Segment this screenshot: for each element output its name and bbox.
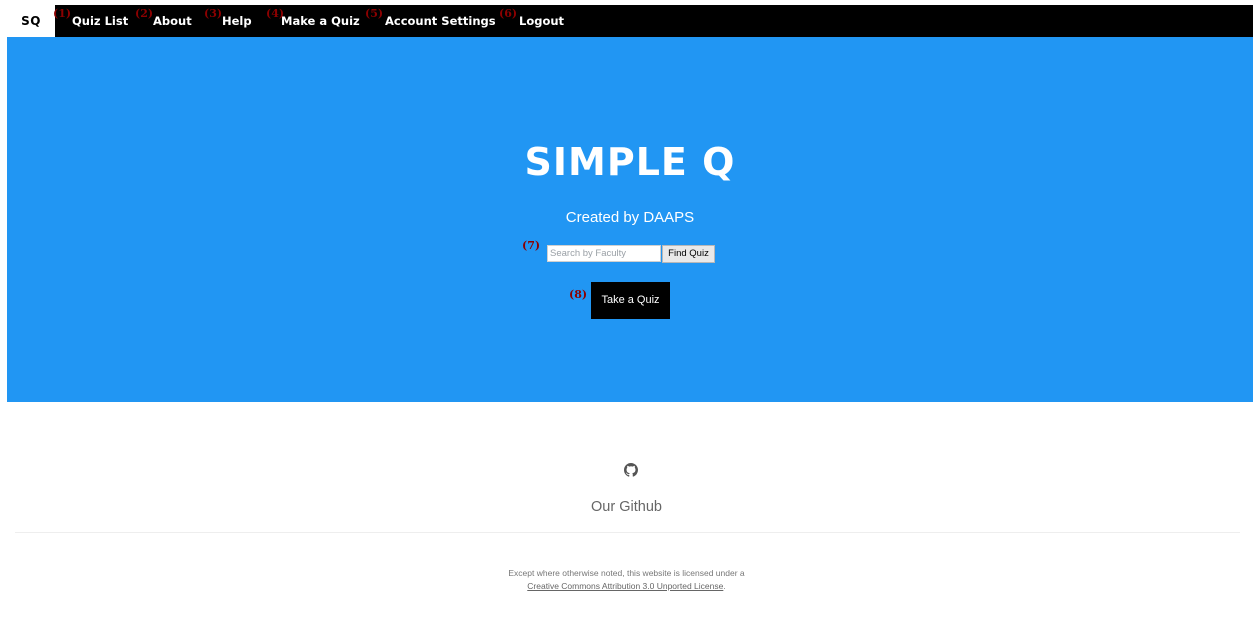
nav-marker-1: (1)	[53, 7, 72, 20]
license-notice: Except where otherwise noted, this websi…	[0, 567, 1253, 593]
faculty-search-input[interactable]	[547, 245, 661, 262]
license-line-2: Creative Commons Attribution 3.0 Unporte…	[0, 580, 1253, 593]
page-title: SIMPLE Q	[524, 140, 736, 184]
nav-link-logout[interactable]: Logout	[519, 5, 564, 37]
nav-link-account-settings[interactable]: Account Settings	[385, 5, 496, 37]
hero-section: SIMPLE Q Created by DAAPS (7) Find Quiz …	[7, 37, 1253, 402]
license-link[interactable]: Creative Commons Attribution 3.0 Unporte…	[527, 581, 723, 591]
take-quiz-marker: (8)	[569, 288, 588, 301]
find-quiz-button[interactable]: Find Quiz	[662, 245, 715, 263]
license-text: Except where otherwise noted, this websi…	[508, 568, 745, 578]
nav-marker-6: (6)	[499, 7, 518, 20]
footer-divider	[15, 532, 1240, 533]
take-quiz-button[interactable]: Take a Quiz	[591, 282, 670, 319]
github-link[interactable]: Our Github	[0, 497, 1253, 517]
license-period: .	[723, 581, 726, 591]
nav-marker-5: (5)	[365, 7, 384, 20]
search-marker: (7)	[522, 239, 541, 252]
nav-link-make-quiz[interactable]: Make a Quiz	[281, 5, 360, 37]
nav-link-help[interactable]: Help	[222, 5, 252, 37]
hero-subtitle: Created by DAAPS	[565, 209, 695, 226]
top-nav: SQ (1) Quiz List (2) About (3) Help (4) …	[7, 5, 1253, 37]
github-icon[interactable]	[624, 463, 638, 477]
nav-link-quiz-list[interactable]: Quiz List	[72, 5, 128, 37]
nav-marker-2: (2)	[135, 7, 154, 20]
nav-link-about[interactable]: About	[153, 5, 192, 37]
nav-marker-3: (3)	[204, 7, 223, 20]
brand-logo[interactable]: SQ	[7, 5, 55, 37]
